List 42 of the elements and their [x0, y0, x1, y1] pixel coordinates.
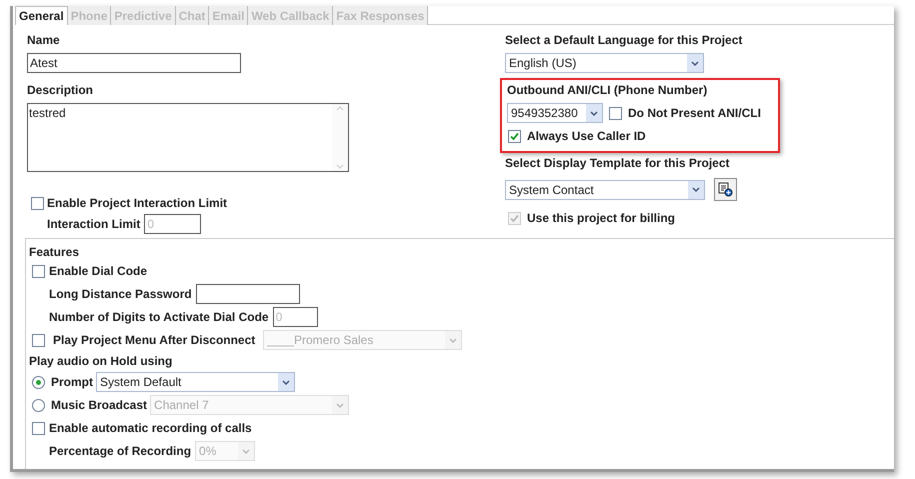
chevron-down-icon [282, 380, 290, 384]
input-field[interactable] [196, 284, 300, 304]
field-label: Play Project Menu After Disconnect [53, 332, 256, 349]
field-label: Do Not Present ANI/CLI [628, 105, 761, 122]
checkbox[interactable] [32, 422, 45, 434]
dropdown[interactable]: System Default [96, 372, 295, 392]
field-label: Use this project for billing [527, 210, 676, 227]
field-label: Long Distance Password [49, 286, 192, 303]
template-dropdown[interactable]: System Contact [505, 180, 705, 200]
language-dropdown[interactable]: English (US) [505, 53, 704, 73]
chevron-down-icon [336, 402, 344, 408]
field-label: Select a Default Language for this Project [505, 32, 742, 49]
field-label: Outbound ANI/CLI (Phone Number) [507, 82, 708, 99]
field-label: Prompt [51, 374, 93, 391]
field-label: Enable Project Interaction Limit [47, 195, 228, 212]
checkbox[interactable] [32, 264, 45, 278]
field-label: Select Display Template for this Project [505, 155, 730, 172]
chevron-down-icon [692, 187, 700, 192]
chevron-down-icon [590, 110, 598, 116]
phone-number-dropdown[interactable]: 9549352380 [507, 103, 603, 123]
field-label: Features [29, 244, 80, 261]
checkbox[interactable] [508, 130, 521, 142]
checkbox[interactable] [609, 106, 622, 120]
field-label: Description [27, 82, 94, 99]
name-field[interactable]: Atest [27, 53, 241, 73]
chevron-down-icon [242, 448, 250, 454]
tab[interactable]: General [15, 6, 68, 25]
field-label: Name [27, 32, 60, 49]
template-button[interactable] [714, 178, 737, 201]
field-label: Interaction Limit [47, 216, 140, 233]
field-label: Play audio on Hold using [29, 353, 172, 370]
field-label: Music Broadcast [51, 397, 148, 414]
chevron-down-icon [691, 60, 699, 66]
chevron-down-icon [449, 338, 458, 342]
field-label: Enable automatic recording of calls [49, 420, 252, 437]
field-label: Number of Digits to Activate Dial Code [49, 309, 269, 326]
radio-button[interactable] [32, 376, 45, 388]
document-add-icon [718, 182, 733, 197]
field-label: Always Use Caller ID [527, 128, 646, 145]
field-label: Enable Dial Code [49, 263, 148, 280]
checkbox[interactable] [31, 196, 44, 210]
field-label: Percentage of Recording [49, 443, 192, 460]
